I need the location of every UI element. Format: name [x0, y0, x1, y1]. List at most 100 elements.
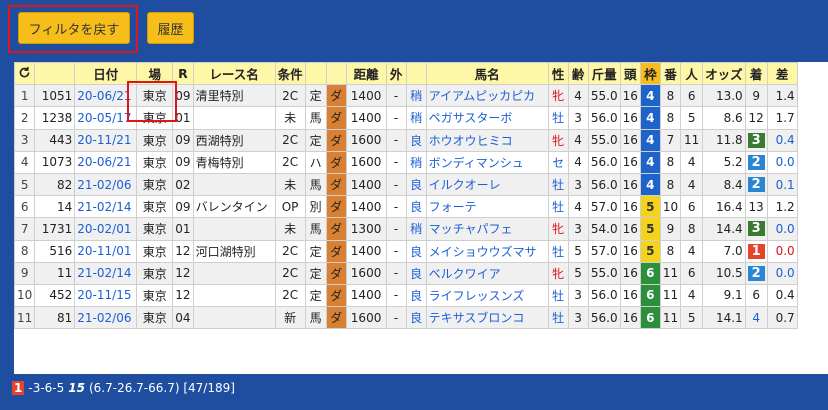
table-cell: 16 — [619, 195, 641, 219]
header-cell[interactable]: 距離 — [345, 62, 387, 86]
table-cell: 4 — [680, 283, 704, 308]
table-cell: 16 — [619, 217, 641, 241]
header-cell[interactable]: 差 — [766, 62, 798, 86]
table-cell: 6 — [639, 283, 661, 308]
table-row[interactable]: 4 1073 20-06/21 東京 09 青梅特別 2C ハダ 1600- 稍ボンディマンシュセ… — [14, 150, 798, 174]
table-cell: 0.0 — [766, 150, 798, 174]
header-cell[interactable]: 外 — [385, 62, 407, 86]
table-cell: 9 — [14, 261, 36, 285]
table-cell: 5 — [639, 195, 661, 219]
header-cell[interactable]: レース名 — [192, 62, 276, 86]
table-cell: 稍 — [405, 150, 427, 174]
table-cell: 8 — [659, 84, 682, 108]
table-cell — [192, 217, 276, 241]
table-cell: 稍 — [405, 84, 427, 108]
table-row[interactable]: 9 11 21-02/14 東京 12 2C 定ダ 1600- 良ベルクワイア牝 5 55.0 16 6… — [14, 261, 798, 285]
header-cell[interactable] — [34, 62, 76, 86]
history-button[interactable]: 履歴 — [147, 12, 194, 44]
header-cell[interactable] — [325, 62, 347, 86]
table-cell: 13.0 — [702, 84, 746, 108]
header-cell[interactable]: 着 — [744, 62, 768, 86]
table-cell: - — [385, 261, 407, 285]
header-cell[interactable]: 番 — [659, 62, 682, 86]
table-cell: 2 — [744, 261, 768, 285]
table-row[interactable]: 11 81 21-02/06 東京 04 新馬ダ 1600- 良テキサスブロンコ牡 3 56.0 1… — [14, 306, 798, 330]
table-row[interactable]: 8 516 20-11/01 東京 12 河口湖特別 2C 定ダ 1400- 良メイショウウズマサ… — [14, 239, 798, 263]
table-row[interactable]: 10 452 20-11/15 東京 12 2C 定ダ 1400- 良ライフレッスンズ牡 3 56.… — [14, 283, 798, 308]
table-cell: 3 — [744, 128, 768, 152]
table-cell: 14.1 — [702, 306, 746, 330]
header-cell[interactable]: 齢 — [567, 62, 589, 86]
table-cell: 6 — [680, 84, 704, 108]
table-cell: 16 — [619, 239, 641, 263]
table-cell: メイショウウズマサ — [425, 239, 549, 263]
table-cell — [192, 306, 276, 330]
table-cell: 12 — [172, 283, 194, 308]
table-cell: 2 — [744, 150, 768, 174]
table-cell: 6 — [744, 283, 768, 308]
table-cell: 別 — [304, 195, 327, 219]
header-cell[interactable] — [304, 62, 327, 86]
table-cell: 21-02/14 — [74, 261, 138, 285]
header-cell[interactable]: 場 — [136, 62, 174, 86]
header-cell[interactable]: 頭 — [619, 62, 641, 86]
table-row[interactable]: 5 82 21-02/06 東京 02 未馬ダ 1400- 良イルクオーレ牡 3 56.0 16 4 8… — [14, 172, 798, 197]
table-cell: 8 — [14, 239, 36, 263]
table-cell: 河口湖特別 — [192, 239, 276, 263]
table-cell: 2C — [274, 239, 306, 263]
table-cell: 牝 — [547, 261, 569, 285]
header-cell[interactable]: 条件 — [274, 62, 306, 86]
table-cell: 8 — [659, 106, 682, 130]
table-cell: 6 — [680, 261, 704, 285]
results-table: 日付場 R レース名 条件 距離外馬名性齢斤量頭枠番人オッズ着差 1 1051 20-06/… — [14, 62, 828, 374]
reset-filter-button[interactable]: フィルタを戻す — [18, 12, 130, 44]
table-cell: ライフレッスンズ — [425, 283, 549, 308]
header-cell[interactable]: R — [172, 62, 194, 86]
table-cell: 8.4 — [702, 172, 746, 197]
table-cell: 定 — [304, 84, 327, 108]
table-row[interactable]: 7 1731 20-02/01 東京 01 未馬ダ 1300- 稍マッチャパフェ牝 3 54.0 1… — [14, 217, 798, 241]
table-cell: 13 — [744, 195, 768, 219]
header-cell[interactable]: 枠 — [639, 62, 661, 86]
table-cell: OP — [274, 195, 306, 219]
table-cell: 5 — [680, 306, 704, 330]
table-cell: 1400 — [345, 195, 387, 219]
table-cell: 1.7 — [766, 106, 798, 130]
header-cell[interactable]: 斤量 — [587, 62, 621, 86]
table-cell: 1 — [744, 239, 768, 263]
refresh-icon[interactable] — [14, 62, 36, 86]
header-cell[interactable]: 日付 — [74, 62, 138, 86]
table-row[interactable]: 3 443 20-11/21 東京 09 西湖特別 2C 定ダ 1600- 良ホウオウヒミコ牝 4 5… — [14, 128, 798, 152]
table-cell: 12 — [172, 261, 194, 285]
table-cell: 1300 — [345, 217, 387, 241]
table-cell: - — [385, 106, 407, 130]
table-cell: 2 — [14, 106, 36, 130]
table-cell: 57.0 — [587, 239, 621, 263]
table-cell: 東京 — [136, 84, 174, 108]
table-cell: 01 — [172, 217, 194, 241]
header-cell[interactable]: 馬名 — [425, 62, 549, 86]
header-cell[interactable]: オッズ — [702, 62, 746, 86]
table-cell: マッチャパフェ — [425, 217, 549, 241]
table-cell: 1051 — [34, 84, 76, 108]
table-cell — [192, 172, 276, 197]
header-cell[interactable]: 性 — [547, 62, 569, 86]
finish-rank-badge: 2 — [747, 265, 765, 281]
table-cell: 1600 — [345, 128, 387, 152]
table-cell: 良 — [405, 195, 427, 219]
table-cell: - — [385, 217, 407, 241]
footer-count: 15 — [68, 381, 85, 395]
table-cell: 7.0 — [702, 239, 746, 263]
table-cell: 4 — [14, 150, 36, 174]
header-cell[interactable]: 人 — [680, 62, 704, 86]
table-row[interactable]: 6 14 21-02/14 東京 09 バレンタイン OP 別ダ 1400- 良フォーテ牡 4 57.… — [14, 195, 798, 219]
table-cell: 6 — [14, 195, 36, 219]
table-cell: 2C — [274, 84, 306, 108]
table-row[interactable]: 1 1051 20-06/21 東京 09 清里特別 2C 定ダ 1400- 稍アイアムピッカピカ… — [14, 84, 798, 108]
header-cell[interactable] — [405, 62, 427, 86]
table-cell: 馬 — [304, 172, 327, 197]
table-row[interactable]: 2 1238 20-05/17 東京 01 未馬ダ 1400- 稍ペガサスターボ牡 3 56.0 1… — [14, 106, 798, 130]
table-cell: 5 — [680, 106, 704, 130]
finish-rank-badge: 2 — [747, 154, 765, 170]
table-cell: 東京 — [136, 128, 174, 152]
